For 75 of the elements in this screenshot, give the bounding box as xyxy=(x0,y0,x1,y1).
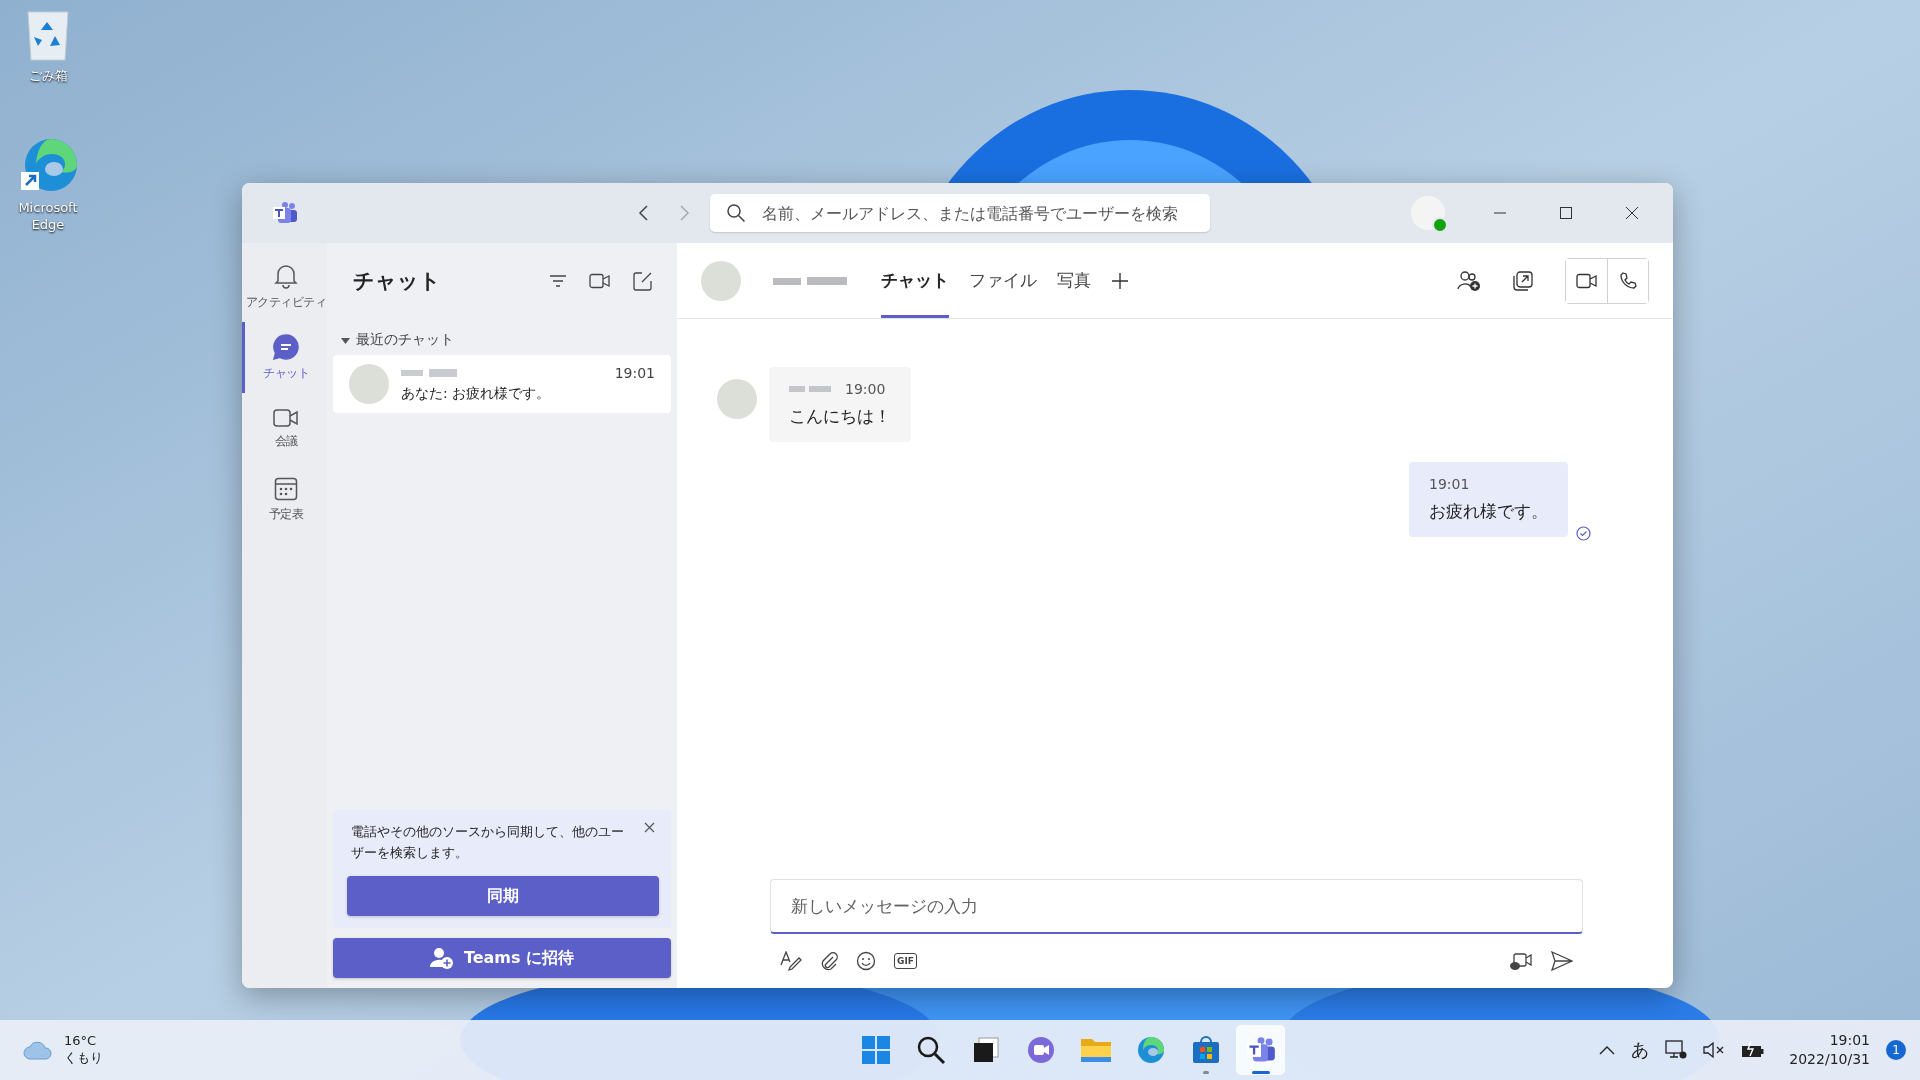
meet-now-icon[interactable] xyxy=(1509,951,1533,971)
chat-list-title: チャット xyxy=(353,268,441,295)
compose-icon[interactable] xyxy=(633,271,653,291)
close-icon[interactable] xyxy=(1625,206,1639,220)
edge-icon[interactable] xyxy=(19,136,77,194)
tab[interactable]: チャット xyxy=(881,243,949,318)
pop-out-icon[interactable] xyxy=(1513,270,1533,291)
desktop-icon-label: Microsoft Edge xyxy=(17,200,79,234)
chat-list-item[interactable]: 19:01 あなた: お疲れ様です。 xyxy=(333,355,671,413)
shopping-bag-icon xyxy=(1190,1035,1221,1065)
read-receipt-icon xyxy=(1576,526,1591,541)
desktop-icon-label: ごみ箱 xyxy=(28,68,68,85)
chat-time: 19:01 xyxy=(614,365,655,381)
back-icon[interactable] xyxy=(638,204,650,222)
add-person-icon xyxy=(429,947,454,969)
tab[interactable]: ファイル xyxy=(969,243,1037,318)
message-text: お疲れ様です。 xyxy=(1429,500,1548,523)
chat-icon xyxy=(273,333,299,360)
send-icon[interactable] xyxy=(1551,951,1573,971)
browser-icon xyxy=(1135,1035,1166,1065)
audio-call-button[interactable] xyxy=(1607,258,1648,303)
search-icon xyxy=(726,203,746,223)
video-camera-icon xyxy=(273,407,299,428)
presence-icon xyxy=(1432,217,1448,233)
avatar xyxy=(717,379,757,419)
message-field[interactable]: 新しいメッセージの入力 xyxy=(770,879,1583,934)
sync-message: 電話やその他のソースから同期して、他のユーザーを検索します。 xyxy=(351,823,625,863)
clock[interactable]: 19:01 2022/10/31 xyxy=(1789,1031,1870,1069)
add-people-icon[interactable] xyxy=(1457,269,1481,292)
sync-button[interactable]: 同期 xyxy=(347,876,659,916)
avatar xyxy=(701,260,741,301)
start-icon xyxy=(860,1035,891,1065)
message-time: 19:00 xyxy=(845,381,886,397)
rail-item[interactable]: 予定表 xyxy=(242,464,327,535)
input-method-indicator[interactable]: あ xyxy=(1631,1038,1650,1062)
tab[interactable]: 写真 xyxy=(1057,243,1091,318)
notification-badge[interactable]: 1 xyxy=(1886,1040,1906,1060)
format-icon[interactable] xyxy=(780,951,802,971)
chevron-up-icon[interactable] xyxy=(1599,1045,1616,1055)
blurred-name xyxy=(789,384,833,394)
video-camera-icon[interactable] xyxy=(589,273,611,289)
gif-button[interactable]: GIF xyxy=(894,953,917,969)
running-indicator xyxy=(1251,1071,1270,1074)
rail-item[interactable]: 会議 xyxy=(242,393,327,464)
phone-icon xyxy=(1619,271,1637,290)
battery-icon[interactable] xyxy=(1741,1041,1766,1059)
avatar xyxy=(349,364,389,404)
video-camera-icon xyxy=(1575,272,1598,289)
temperature: 16°C xyxy=(64,1033,98,1050)
running-indicator xyxy=(1202,1071,1209,1074)
speaker-muted-icon[interactable] xyxy=(1703,1041,1726,1059)
section-header[interactable]: 最近のチャット xyxy=(333,323,671,355)
recycle-bin-icon[interactable] xyxy=(24,8,72,62)
search-field[interactable]: 名前、メールアドレス、または電話番号でユーザーを検索 xyxy=(710,194,1210,232)
filter-icon[interactable] xyxy=(549,274,567,288)
message-time: 19:01 xyxy=(1429,476,1471,492)
video-chat-icon xyxy=(1025,1035,1056,1065)
maximize-icon[interactable] xyxy=(1559,206,1573,220)
chat-preview: あなた: お疲れ様です。 xyxy=(401,385,552,403)
teams-icon xyxy=(1245,1036,1276,1064)
close-icon[interactable] xyxy=(644,822,655,834)
paperclip-icon[interactable] xyxy=(820,951,838,971)
rail-item[interactable]: アクティビティ xyxy=(242,251,327,322)
weather-condition: くもり xyxy=(64,1050,103,1067)
teams-logo-icon xyxy=(272,202,298,224)
search-icon xyxy=(915,1035,946,1065)
profile-avatar[interactable] xyxy=(1411,196,1445,230)
blurred-name xyxy=(401,367,459,379)
emoji-icon[interactable] xyxy=(856,951,876,971)
invite-button[interactable]: Teams に招待 xyxy=(333,938,671,978)
bell-icon xyxy=(274,262,298,289)
message-text: こんにちは！ xyxy=(789,405,891,428)
network-icon[interactable] xyxy=(1665,1040,1688,1060)
add-tab-icon[interactable] xyxy=(1111,271,1129,290)
calendar-icon xyxy=(274,476,298,501)
